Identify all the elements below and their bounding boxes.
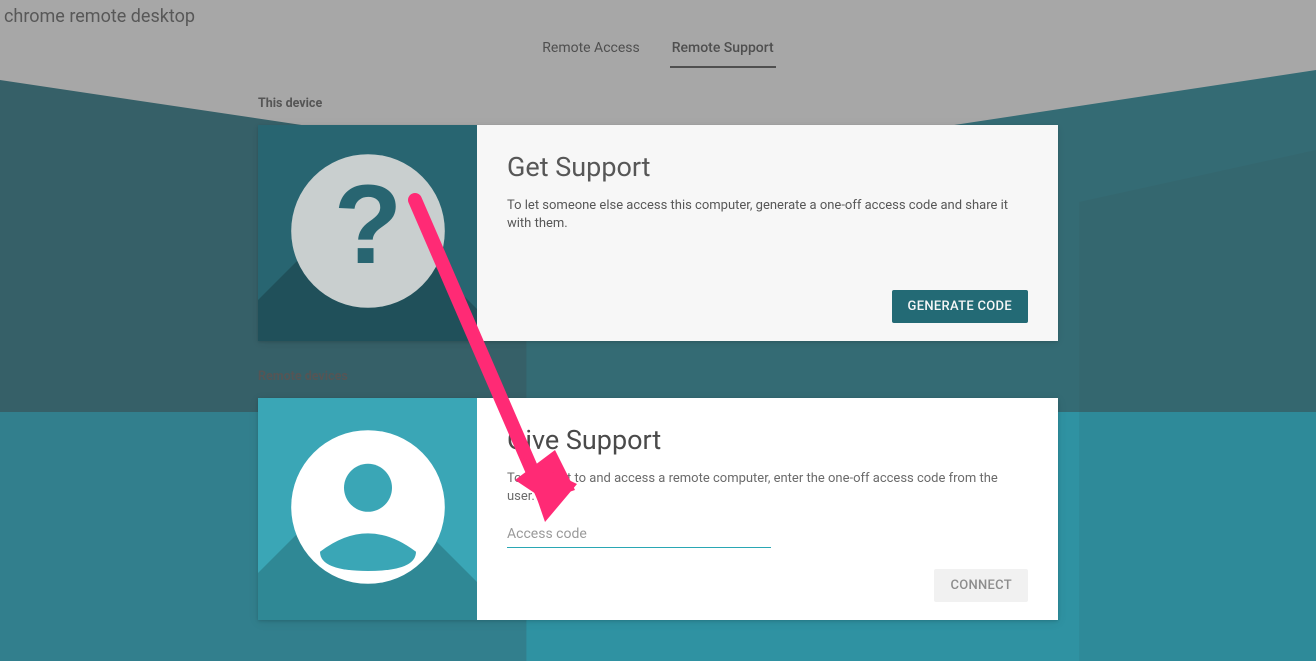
card-give-support: Give Support To connect to and access a … — [258, 398, 1058, 620]
give-support-title: Give Support — [507, 424, 1028, 456]
card-get-support: ? Get Support To let someone else access… — [258, 125, 1058, 341]
tab-remote-access[interactable]: Remote Access — [540, 34, 641, 68]
connect-button[interactable]: CONNECT — [934, 569, 1028, 602]
tab-bar: Remote Access Remote Support — [0, 34, 1316, 68]
access-code-input[interactable] — [507, 522, 771, 548]
give-support-tile — [258, 398, 477, 620]
section-label-this-device: This device — [258, 96, 1058, 111]
tab-remote-support[interactable]: Remote Support — [670, 34, 776, 68]
svg-text:?: ? — [333, 162, 401, 287]
generate-code-button[interactable]: GENERATE CODE — [892, 290, 1028, 323]
person-icon — [288, 427, 448, 591]
background-wedge-right-accent — [1079, 150, 1316, 661]
get-support-tile: ? — [258, 125, 477, 341]
main-content: This device ? Get Support To let someone… — [258, 68, 1058, 620]
get-support-title: Get Support — [507, 151, 1028, 183]
app-title: chrome remote desktop — [0, 0, 1316, 28]
question-mark-icon: ? — [288, 151, 448, 315]
get-support-description: To let someone else access this computer… — [507, 197, 1028, 233]
give-support-description: To connect to and access a remote comput… — [507, 470, 1028, 506]
access-code-field-wrap — [507, 522, 771, 548]
section-label-remote-devices: Remote devices — [258, 369, 1058, 384]
